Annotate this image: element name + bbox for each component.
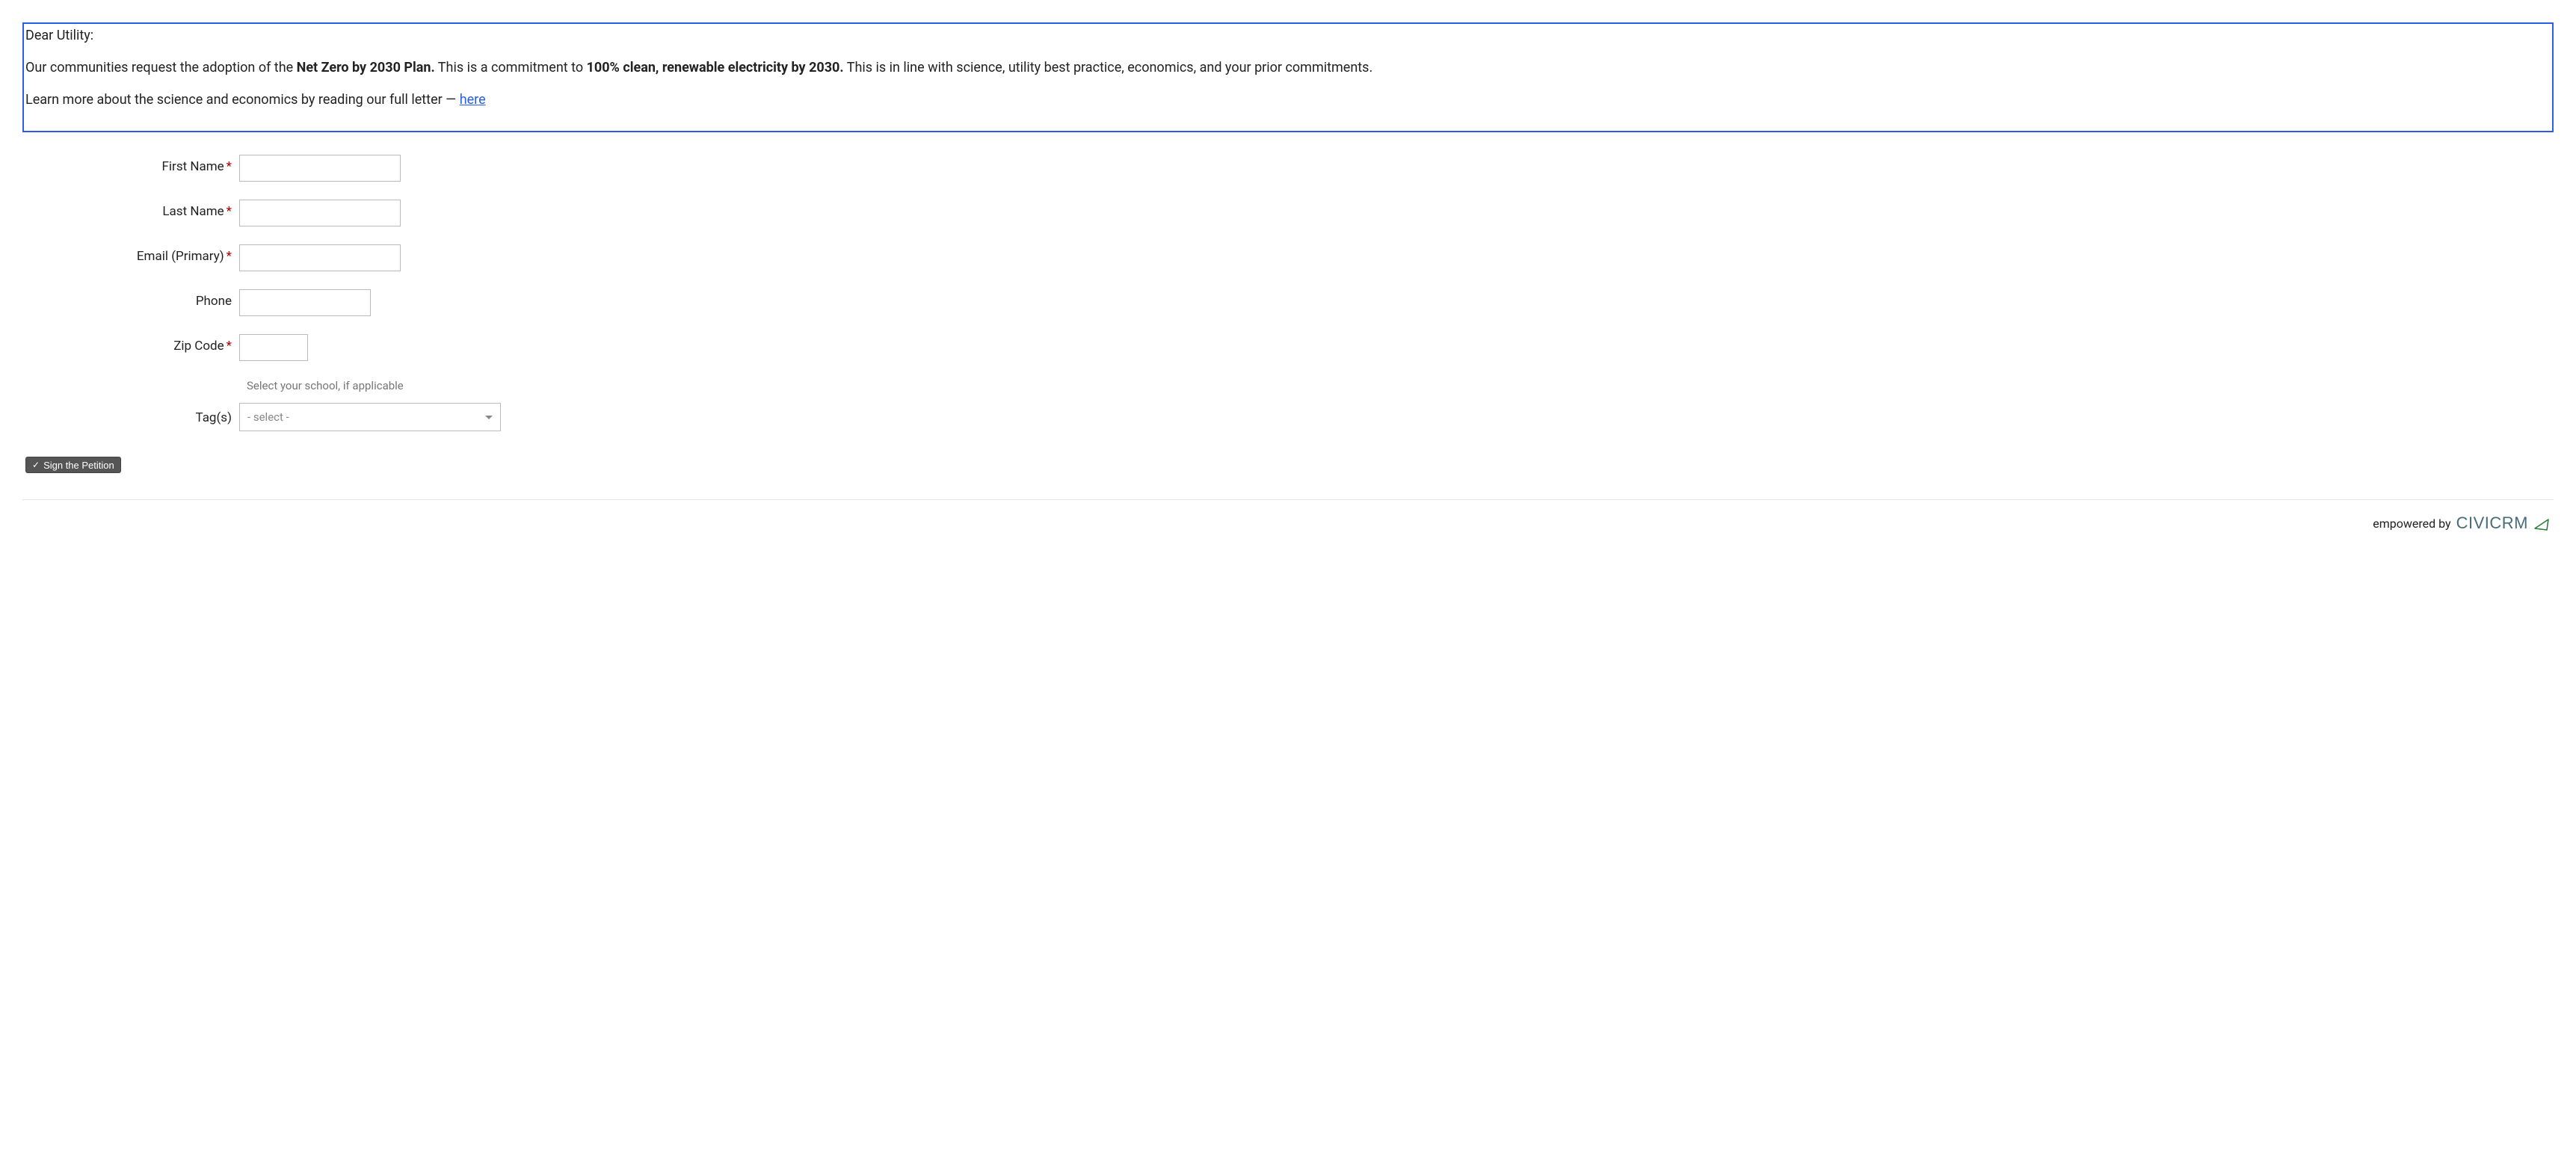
full-letter-link[interactable]: here [460,92,486,108]
tags-label: Tag(s) [22,403,239,425]
first-name-input[interactable] [239,155,401,182]
tags-select[interactable]: - select - [239,403,501,431]
last-name-input[interactable] [239,200,401,226]
intro-learn-more: Learn more about the science and economi… [25,90,2551,110]
civicrm-logo[interactable]: CIVICRM [2456,513,2551,533]
sign-petition-button-label: Sign the Petition [43,460,114,471]
last-name-label: Last Name* [22,200,239,219]
tags-select-placeholder: - select - [247,410,289,424]
intro-greeting: Dear Utility: [25,25,2551,46]
zip-row: Zip Code* [22,334,2554,361]
email-row: Email (Primary)* [22,244,2554,271]
email-label: Email (Primary)* [22,244,239,264]
civicrm-triangle-icon [2533,515,2551,531]
intro-body: Our communities request the adoption of … [25,58,2551,78]
tags-row: Tag(s) - select - [22,403,2554,431]
required-mark: * [227,249,232,264]
phone-input[interactable] [239,289,371,316]
zip-label: Zip Code* [22,334,239,354]
phone-row: Phone [22,289,2554,316]
footer-divider [22,499,2554,500]
intro-message-box: Dear Utility: Our communities request th… [22,22,2554,132]
petition-page: Dear Utility: Our communities request th… [0,0,2576,548]
first-name-row: First Name* [22,155,2554,182]
tags-help-text: Select your school, if applicable [247,379,2554,392]
empowered-by-text: empowered by [2373,516,2450,531]
sign-petition-button[interactable]: ✓ Sign the Petition [25,457,121,473]
phone-label: Phone [22,289,239,309]
required-mark: * [227,339,232,354]
required-mark: * [227,204,232,219]
first-name-label: First Name* [22,155,239,174]
last-name-row: Last Name* [22,200,2554,226]
required-mark: * [227,159,232,174]
check-icon: ✓ [32,460,40,470]
footer: empowered by CIVICRM [22,513,2554,533]
email-input[interactable] [239,244,401,271]
zip-input[interactable] [239,334,308,361]
